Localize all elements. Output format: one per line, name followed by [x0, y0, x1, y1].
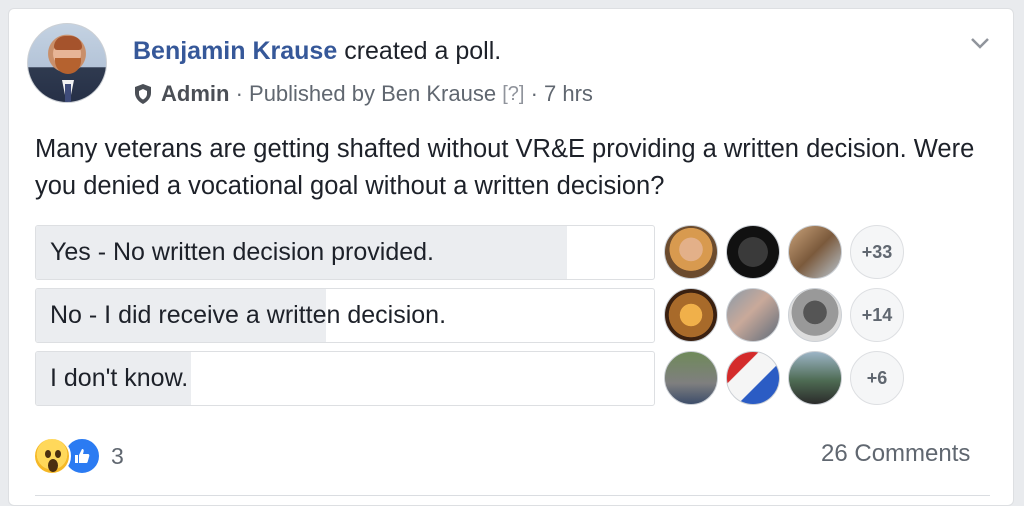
poll-option-label: I don't know.: [50, 364, 189, 392]
author-name[interactable]: Benjamin Krause: [133, 37, 337, 65]
post-header: Benjamin Krause created a poll.: [133, 37, 501, 66]
voter-avatar[interactable]: [788, 351, 842, 405]
footer-divider: [35, 495, 990, 496]
voter-avatar[interactable]: [664, 288, 718, 342]
wow-icon: [33, 437, 71, 475]
poll-option-label: Yes - No written decision provided.: [50, 238, 434, 266]
author-avatar[interactable]: [27, 23, 107, 103]
comments-link[interactable]: 26 Comments: [821, 440, 970, 468]
poll-option-label: No - I did receive a written decision.: [50, 301, 447, 329]
reaction-count: 3: [111, 442, 124, 469]
more-voters-button[interactable]: +6: [850, 351, 904, 405]
post-subline: Admin · Published by Ben Krause [?] · 7 …: [133, 81, 593, 107]
chevron-down-icon[interactable]: [970, 36, 990, 50]
post-time[interactable]: 7 hrs: [544, 81, 593, 107]
voter-avatar[interactable]: [788, 225, 842, 279]
help-link[interactable]: [?]: [502, 83, 524, 106]
poll-option[interactable]: Yes - No written decision provided.: [35, 225, 655, 280]
voter-avatar[interactable]: [664, 225, 718, 279]
role-badge: Admin: [161, 81, 230, 106]
more-voters-button[interactable]: +14: [850, 288, 904, 342]
voter-avatar[interactable]: [726, 288, 780, 342]
shield-icon: [135, 84, 151, 104]
voter-avatar[interactable]: [788, 288, 842, 342]
post-action: created a poll.: [337, 37, 502, 65]
poll-option[interactable]: I don't know.: [35, 351, 655, 406]
reactions-summary[interactable]: 3: [33, 437, 124, 475]
voter-avatars: +6: [664, 351, 904, 405]
more-voters-button[interactable]: +33: [850, 225, 904, 279]
poll-option[interactable]: No - I did receive a written decision.: [35, 288, 655, 343]
voter-avatar[interactable]: [664, 351, 718, 405]
voter-avatar[interactable]: [726, 225, 780, 279]
published-by[interactable]: Published by Ben Krause: [249, 81, 496, 107]
voter-avatars: +33: [664, 225, 904, 279]
voter-avatar[interactable]: [726, 351, 780, 405]
voter-avatars: +14: [664, 288, 904, 342]
post-text: Many veterans are getting shafted withou…: [35, 135, 975, 200]
